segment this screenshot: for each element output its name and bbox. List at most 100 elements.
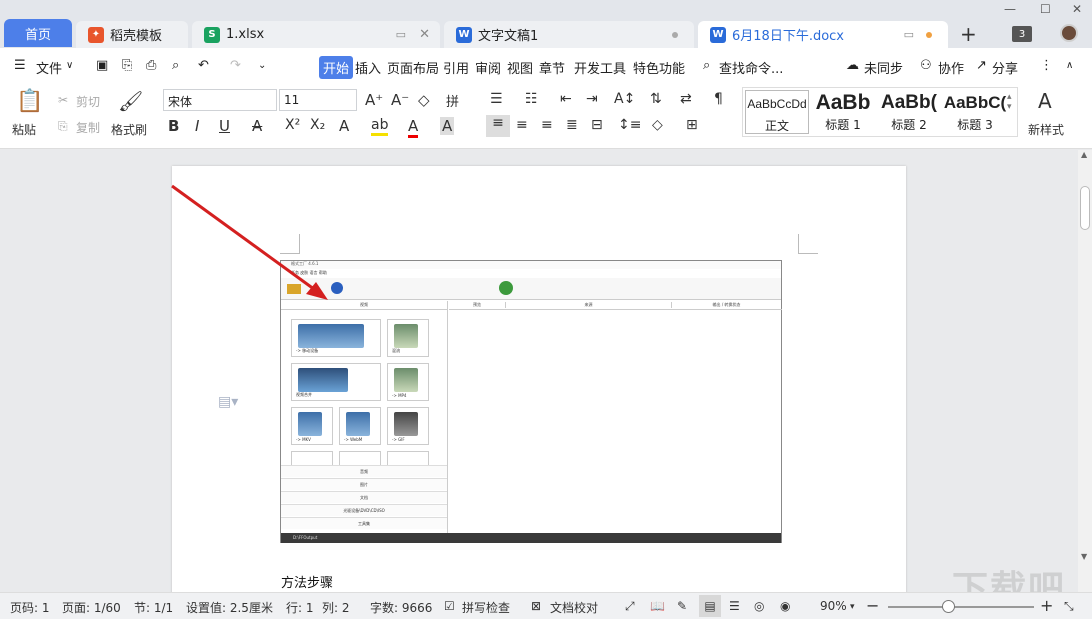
outline-view-icon[interactable]: ☰ (729, 599, 740, 613)
outdent-icon[interactable]: ⇤ (560, 91, 572, 107)
zoom-in-icon[interactable]: + (1040, 596, 1053, 615)
text-direction-icon[interactable]: A↕ (614, 91, 635, 107)
cut-button[interactable]: 剪切 (76, 93, 100, 110)
chevron-down-icon[interactable]: ∨ (66, 60, 73, 71)
menu-start[interactable]: 开始 (319, 56, 354, 79)
text-effect-icon[interactable]: A (339, 117, 349, 135)
menu-review[interactable]: 审阅 (475, 58, 501, 77)
copy-button[interactable]: 复制 (76, 119, 100, 136)
search-icon[interactable]: ⌕ (703, 58, 710, 73)
undo-icon[interactable]: ↶ (198, 58, 209, 73)
menu-chapter[interactable]: 章节 (539, 58, 565, 77)
minimize-icon[interactable]: — (1004, 2, 1016, 16)
more-icon[interactable]: ⋮ (1040, 58, 1053, 73)
avatar[interactable] (1060, 24, 1078, 42)
subscript-icon[interactable]: X₂ (310, 117, 325, 133)
style-normal[interactable]: AaBbCcDd 正文 (745, 90, 809, 134)
align-center-icon[interactable]: ≡ (516, 117, 528, 133)
menu-references[interactable]: 引用 (443, 58, 469, 77)
customize-icon[interactable]: ⌄ (258, 60, 266, 71)
style-heading3[interactable]: AaBbC( 标题 3 (943, 90, 1007, 134)
font-size-select[interactable]: 11 (279, 89, 357, 111)
add-tab-icon[interactable]: + (960, 22, 977, 46)
style-heading1[interactable]: AaBb 标题 1 (811, 90, 875, 134)
tab-docx[interactable]: W 6月18日下午.docx ▭ (698, 21, 948, 48)
scroll-down-icon[interactable]: ▼ (1081, 552, 1087, 561)
share-button[interactable]: 分享 (992, 58, 1018, 77)
font-name-select[interactable]: 宋体 (163, 89, 277, 111)
new-style-button[interactable]: 新样式 (1028, 121, 1064, 138)
menu-layout[interactable]: 页面布局 (387, 58, 439, 77)
format-painter-button[interactable]: 格式刷 (111, 121, 147, 138)
bullets-icon[interactable]: ☰ (490, 91, 503, 107)
sync-status[interactable]: 未同步 (864, 58, 903, 77)
strike-icon[interactable]: A (252, 117, 262, 135)
export-icon[interactable]: ⎘ (122, 58, 132, 73)
menu-view[interactable]: 视图 (507, 58, 533, 77)
phonetic-icon[interactable]: 拼 (446, 91, 459, 110)
tab-count-badge[interactable]: 3 (1012, 26, 1032, 42)
line-spacing-icon[interactable]: ↕≡ (618, 117, 641, 133)
proofread-button[interactable]: 文档校对 (550, 599, 598, 616)
web-view-icon[interactable]: ◎ (754, 599, 764, 613)
align-left-icon[interactable]: ≡ (486, 115, 510, 137)
menu-developer[interactable]: 开发工具 (574, 58, 626, 77)
zoom-out-icon[interactable]: − (866, 596, 879, 615)
fullscreen-icon[interactable]: ⤢ (625, 599, 635, 614)
paste-icon[interactable]: 📋 (16, 89, 43, 114)
font-color-icon[interactable]: A (408, 117, 419, 138)
menu-insert[interactable]: 插入 (355, 58, 381, 77)
border-icon[interactable]: ⊞ (686, 117, 698, 133)
fit-page-icon[interactable]: ⤡ (1064, 599, 1074, 614)
italic-icon[interactable]: I (195, 117, 199, 135)
scroll-up-icon[interactable]: ▲ (1081, 150, 1087, 159)
style-heading2[interactable]: AaBb( 标题 2 (877, 90, 941, 134)
menu-features[interactable]: 特色功能 (633, 58, 685, 77)
distribute-icon[interactable]: ⊟ (591, 117, 603, 133)
format-painter-icon[interactable]: 🖌 (118, 89, 143, 113)
read-mode-icon[interactable]: 📖 (650, 599, 665, 613)
search-command[interactable]: 查找命令... (719, 58, 783, 77)
monitor-icon[interactable]: ▭ (396, 28, 406, 41)
close-window-icon[interactable]: ✕ (1072, 2, 1082, 16)
cut-icon[interactable]: ✂ (58, 93, 68, 107)
tab-writer1[interactable]: W 文字文稿1 (444, 21, 694, 48)
zoom-slider[interactable] (888, 606, 1034, 608)
justify-icon[interactable]: ≣ (566, 117, 578, 133)
grow-font-icon[interactable]: A⁺ (365, 91, 383, 109)
monitor-icon[interactable]: ▭ (904, 28, 914, 41)
tab-docer[interactable]: ✦ 稻壳模板 (76, 21, 188, 48)
underline-icon[interactable]: U (219, 117, 230, 135)
align-right-icon[interactable]: ≡ (541, 117, 553, 133)
hamburger-icon[interactable]: ☰ (14, 58, 26, 73)
superscript-icon[interactable]: X² (285, 117, 300, 133)
char-shading-icon[interactable]: A (440, 117, 455, 135)
shading-icon[interactable]: ◇ (652, 117, 663, 133)
maximize-icon[interactable]: ☐ (1040, 2, 1051, 16)
close-icon[interactable]: ✕ (419, 27, 430, 42)
copy-icon[interactable]: ⎘ (58, 119, 68, 134)
zoom-slider-handle[interactable] (942, 600, 955, 613)
shrink-font-icon[interactable]: A⁻ (391, 91, 409, 109)
pen-icon[interactable]: ✎ (677, 599, 687, 613)
paste-button[interactable]: 粘贴 (12, 121, 36, 138)
vertical-scrollbar[interactable]: ▲ ▼ (1078, 150, 1092, 592)
save-icon[interactable]: ▣ (96, 58, 108, 73)
status-words[interactable]: 字数: 9666 (370, 599, 432, 616)
indent-icon[interactable]: ⇥ (586, 91, 598, 107)
zoom-level[interactable]: 90% (820, 599, 847, 613)
styles-scroll-icon[interactable]: ▴ ▾ (1007, 92, 1012, 112)
collab-button[interactable]: 协作 (938, 58, 964, 77)
eye-protect-icon[interactable]: ◉ (780, 599, 790, 613)
print-icon[interactable]: ⎙ (146, 58, 156, 73)
tab-home[interactable]: 首页 (4, 19, 72, 47)
new-style-icon[interactable]: A (1038, 89, 1052, 113)
collapse-ribbon-icon[interactable]: ∧ (1066, 60, 1073, 71)
clear-format-icon[interactable]: ◇ (418, 91, 430, 109)
redo-icon[interactable]: ↷ (230, 58, 241, 73)
sort-icon[interactable]: ⇅ (650, 91, 662, 107)
para-spacing-icon[interactable]: ⇄ (680, 91, 692, 107)
highlight-icon[interactable]: ab (371, 117, 389, 136)
show-marks-icon[interactable]: ¶ (714, 91, 723, 107)
scroll-thumb[interactable] (1080, 186, 1090, 230)
